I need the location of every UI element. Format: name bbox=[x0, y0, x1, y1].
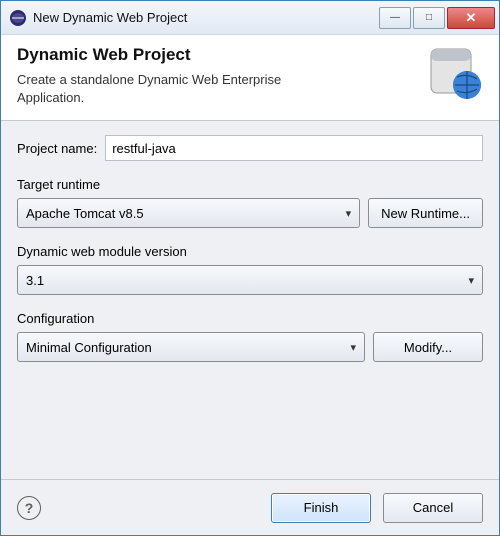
wizard-icon bbox=[427, 45, 483, 101]
finish-button[interactable]: Finish bbox=[271, 493, 371, 523]
target-runtime-value: Apache Tomcat v8.5 bbox=[26, 206, 144, 221]
close-button[interactable]: ✕ bbox=[447, 7, 495, 29]
module-version-label: Dynamic web module version bbox=[17, 244, 483, 259]
window-controls: — □ ✕ bbox=[379, 7, 495, 29]
maximize-button[interactable]: □ bbox=[413, 7, 445, 29]
footer-bar: ? Finish Cancel bbox=[1, 479, 499, 535]
project-name-label: Project name: bbox=[17, 141, 97, 156]
target-runtime-combo[interactable]: Apache Tomcat v8.5 bbox=[17, 198, 360, 228]
target-runtime-label: Target runtime bbox=[17, 177, 483, 192]
module-version-value: 3.1 bbox=[26, 273, 44, 288]
minimize-button[interactable]: — bbox=[379, 7, 411, 29]
window-title: New Dynamic Web Project bbox=[33, 10, 379, 25]
project-name-input[interactable] bbox=[105, 135, 483, 161]
eclipse-icon bbox=[9, 9, 27, 27]
modify-button[interactable]: Modify... bbox=[373, 332, 483, 362]
configuration-combo[interactable]: Minimal Configuration bbox=[17, 332, 365, 362]
new-runtime-button[interactable]: New Runtime... bbox=[368, 198, 483, 228]
banner-heading: Dynamic Web Project bbox=[17, 45, 419, 65]
banner-description: Create a standalone Dynamic Web Enterpri… bbox=[17, 71, 337, 106]
wizard-banner: Dynamic Web Project Create a standalone … bbox=[1, 35, 499, 121]
dialog-window: New Dynamic Web Project — □ ✕ Dynamic We… bbox=[0, 0, 500, 536]
titlebar[interactable]: New Dynamic Web Project — □ ✕ bbox=[1, 1, 499, 35]
target-runtime-group: Target runtime Apache Tomcat v8.5 New Ru… bbox=[17, 177, 483, 228]
configuration-value: Minimal Configuration bbox=[26, 340, 152, 355]
project-name-row: Project name: bbox=[17, 135, 483, 161]
module-version-group: Dynamic web module version 3.1 bbox=[17, 244, 483, 295]
help-icon[interactable]: ? bbox=[17, 496, 41, 520]
configuration-label: Configuration bbox=[17, 311, 483, 326]
configuration-group: Configuration Minimal Configuration Modi… bbox=[17, 311, 483, 362]
module-version-combo[interactable]: 3.1 bbox=[17, 265, 483, 295]
cancel-button[interactable]: Cancel bbox=[383, 493, 483, 523]
content-area: Project name: Target runtime Apache Tomc… bbox=[1, 121, 499, 479]
